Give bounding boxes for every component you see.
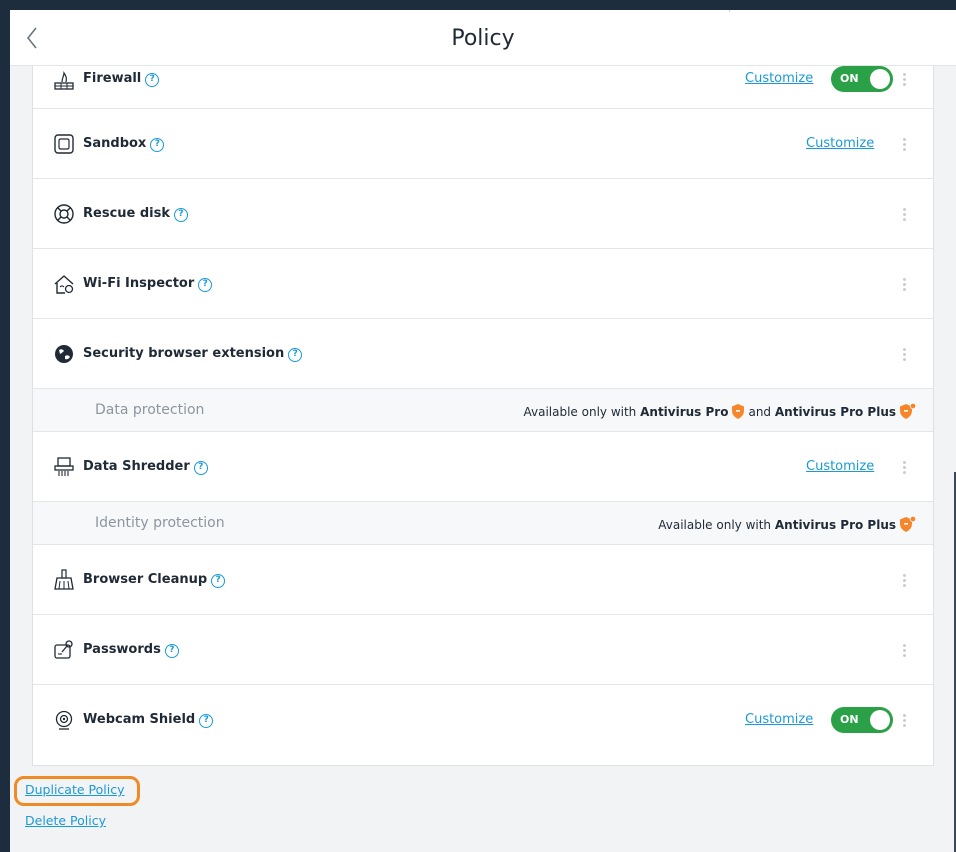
row-label-sandbox: Sandbox bbox=[83, 136, 147, 151]
row-label-browser-cleanup: Browser Cleanup bbox=[83, 572, 208, 587]
toggle-firewall[interactable]: ON bbox=[831, 66, 893, 92]
help-icon[interactable]: ? bbox=[164, 644, 179, 658]
customize-link-sandbox[interactable]: Customize bbox=[806, 136, 874, 151]
section-label-data-protection: Data protection bbox=[95, 402, 205, 418]
broom-icon bbox=[54, 569, 74, 590]
row-label-data-shredder: Data Shredder bbox=[83, 459, 190, 474]
toggle-knob bbox=[870, 710, 890, 730]
row-label-rescue-disk: Rescue disk bbox=[83, 206, 171, 221]
toggle-knob bbox=[870, 69, 890, 89]
section-identity-protection: Identity protection Available only with … bbox=[33, 502, 933, 545]
list-item-security-browser-extension: Security browser extension? bbox=[33, 319, 933, 389]
globe-shield-icon bbox=[55, 345, 73, 363]
availability-note-identity-protection: Available only with Antivirus Pro Plus bbox=[658, 516, 919, 532]
help-icon[interactable]: ? bbox=[198, 278, 213, 292]
product-name: Antivirus Pro Plus bbox=[774, 518, 896, 532]
app-window: Policy Firewall? Customize ON Sandbox ? … bbox=[10, 10, 956, 852]
more-options-icon[interactable] bbox=[899, 135, 909, 153]
list-item-rescue-disk: Rescue disk? bbox=[33, 179, 933, 249]
list-item-webcam-shield: Webcam Shield? Customize ON bbox=[33, 685, 933, 755]
help-icon[interactable]: ? bbox=[145, 73, 160, 87]
toggle-webcam-shield[interactable]: ON bbox=[831, 707, 893, 733]
more-options-icon[interactable] bbox=[899, 641, 909, 659]
more-options-icon[interactable] bbox=[899, 275, 909, 293]
help-icon[interactable]: ? bbox=[199, 714, 214, 728]
help-icon[interactable]: ? bbox=[193, 461, 208, 475]
product-name: Antivirus Pro bbox=[640, 405, 729, 419]
help-icon[interactable]: ? bbox=[211, 574, 226, 588]
row-label-wifi-inspector: Wi-Fi Inspector bbox=[83, 276, 195, 291]
row-label-firewall: Firewall bbox=[83, 71, 142, 86]
section-data-protection: Data protection Available only with Anti… bbox=[33, 389, 933, 432]
duplicate-policy-link[interactable]: Duplicate Policy bbox=[25, 782, 124, 797]
help-icon[interactable]: ? bbox=[150, 138, 165, 152]
list-item-passwords: Passwords? bbox=[33, 615, 933, 685]
availability-prefix: Available only with bbox=[658, 518, 772, 532]
availability-prefix: Available only with bbox=[523, 405, 637, 419]
list-item-wifi-inspector: Wi-Fi Inspector? bbox=[33, 249, 933, 319]
toggle-state: ON bbox=[840, 72, 859, 85]
more-options-icon[interactable] bbox=[899, 571, 909, 589]
shredder-icon bbox=[54, 457, 74, 476]
policy-settings-panel: Firewall? Customize ON Sandbox? Customiz… bbox=[32, 66, 934, 766]
row-label-webcam-shield: Webcam Shield bbox=[83, 712, 196, 727]
shield-plus-icon bbox=[900, 516, 916, 532]
availability-note-data-protection: Available only with Antivirus Pro and Ant… bbox=[523, 403, 919, 419]
more-options-icon[interactable] bbox=[899, 458, 909, 476]
row-label-passwords: Passwords bbox=[83, 642, 161, 657]
help-icon[interactable]: ? bbox=[174, 208, 189, 222]
page-title: Policy bbox=[451, 26, 515, 51]
wifi-home-icon bbox=[54, 275, 74, 294]
more-options-icon[interactable] bbox=[899, 70, 909, 88]
row-label-security-browser-extension: Security browser extension bbox=[83, 346, 285, 361]
list-item-sandbox: Sandbox? Customize bbox=[33, 109, 933, 179]
list-item-firewall: Firewall? Customize ON bbox=[33, 66, 933, 109]
divider bbox=[729, 10, 730, 12]
firewall-icon bbox=[54, 71, 74, 90]
delete-policy-link[interactable]: Delete Policy bbox=[25, 813, 106, 828]
shield-plus-icon bbox=[900, 403, 916, 419]
toggle-state: ON bbox=[840, 713, 859, 726]
customize-link-webcam-shield[interactable]: Customize bbox=[745, 712, 813, 727]
lifebuoy-icon bbox=[54, 204, 74, 224]
shield-icon bbox=[732, 404, 745, 419]
header: Policy bbox=[10, 10, 956, 66]
sandbox-icon bbox=[54, 134, 74, 154]
password-key-icon bbox=[54, 640, 73, 659]
more-options-icon[interactable] bbox=[899, 345, 909, 363]
webcam-icon bbox=[55, 710, 73, 730]
section-label-identity-protection: Identity protection bbox=[95, 515, 225, 531]
customize-link-data-shredder[interactable]: Customize bbox=[806, 459, 874, 474]
list-item-data-shredder: Data Shredder? Customize bbox=[33, 432, 933, 502]
product-name: Antivirus Pro Plus bbox=[774, 405, 896, 419]
help-icon[interactable]: ? bbox=[288, 348, 303, 362]
availability-conjunction: and bbox=[748, 405, 772, 419]
more-options-icon[interactable] bbox=[899, 711, 909, 729]
list-item-browser-cleanup: Browser Cleanup? bbox=[33, 545, 933, 615]
more-options-icon[interactable] bbox=[899, 205, 909, 223]
customize-link-firewall[interactable]: Customize bbox=[745, 71, 813, 86]
